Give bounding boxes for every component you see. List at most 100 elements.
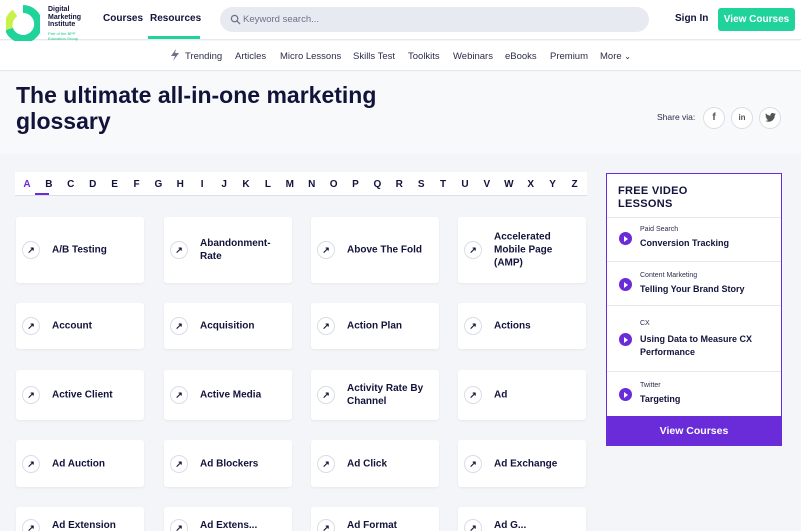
letter-x[interactable]: X <box>524 179 538 190</box>
letter-k[interactable]: K <box>239 179 253 190</box>
glossary-term-label: Actions <box>494 320 531 332</box>
letter-m[interactable]: M <box>283 179 297 190</box>
letter-t[interactable]: T <box>436 179 450 190</box>
subnav-more[interactable]: More ⌄ <box>600 51 631 62</box>
glossary-term-label: Ad Auction <box>52 458 105 469</box>
letter-f[interactable]: F <box>130 179 144 190</box>
letter-c[interactable]: C <box>64 179 78 190</box>
linkedin-icon[interactable]: in <box>731 107 753 129</box>
lesson-title: Targeting <box>640 394 681 404</box>
letter-z[interactable]: Z <box>568 179 582 190</box>
subnav-skills-test[interactable]: Skills Test <box>353 51 395 62</box>
letter-q[interactable]: Q <box>370 179 384 190</box>
glossary-term-label: Account <box>52 320 92 332</box>
subnav-trending[interactable]: Trending <box>185 51 222 62</box>
letter-g[interactable]: G <box>151 179 165 190</box>
letter-d[interactable]: D <box>86 179 100 190</box>
subnav-premium[interactable]: Premium <box>550 51 588 62</box>
glossary-term-card[interactable]: ↗ Activity Rate By Channel <box>311 370 439 420</box>
subnav-articles[interactable]: Articles <box>235 51 266 62</box>
nav-resources[interactable]: Resources <box>150 13 201 24</box>
lesson-item[interactable]: CX Using Data to Measure CX Performance <box>607 305 781 371</box>
letter-a[interactable]: A <box>20 179 34 190</box>
letter-l[interactable]: L <box>261 179 275 190</box>
glossary-term-card[interactable]: ↗ Ad Click <box>311 440 439 487</box>
nav-active-indicator <box>148 36 200 39</box>
letter-i[interactable]: I <box>195 179 209 190</box>
arrow-up-right-icon: ↗ <box>170 386 188 404</box>
glossary-term-card[interactable]: ↗ Active Media <box>164 370 292 420</box>
letter-e[interactable]: E <box>108 179 122 190</box>
glossary-term-card[interactable]: ↗ Ad Extension <box>16 507 144 531</box>
search-bar[interactable]: Keyword search... <box>220 7 649 32</box>
glossary-term-card[interactable]: ↗ Ad <box>458 370 586 420</box>
page-title: The ultimate all-in-one marketing glossa… <box>16 82 377 134</box>
glossary-term-card[interactable]: ↗ Above The Fold <box>311 217 439 283</box>
arrow-up-right-icon: ↗ <box>464 454 482 473</box>
active-letter-indicator <box>35 193 49 195</box>
letter-n[interactable]: N <box>305 179 319 190</box>
glossary-term-card[interactable]: ↗ A/B Testing <box>16 217 144 283</box>
sidebar-view-courses-button[interactable]: View Courses <box>606 416 782 446</box>
subnav-toolkits[interactable]: Toolkits <box>408 51 440 62</box>
letter-b[interactable]: B <box>42 179 56 190</box>
letter-o[interactable]: O <box>327 179 341 190</box>
arrow-up-right-icon: ↗ <box>317 317 335 335</box>
glossary-term-card[interactable]: ↗ Acquisition <box>164 303 292 349</box>
glossary-term-label: Ad Exchange <box>494 458 558 469</box>
glossary-term-label: Accelerated Mobile Page (AMP) <box>494 231 553 269</box>
glossary-term-card[interactable]: ↗ Accelerated Mobile Page (AMP) <box>458 217 586 283</box>
sign-in-link[interactable]: Sign In <box>675 13 708 24</box>
letter-h[interactable]: H <box>173 179 187 190</box>
subnav-ebooks[interactable]: eBooks <box>505 51 537 62</box>
facebook-icon[interactable]: f <box>703 107 725 129</box>
lesson-category: Paid Search <box>640 226 679 233</box>
glossary-term-card[interactable]: ↗ Ad Exchange <box>458 440 586 487</box>
letter-w[interactable]: W <box>502 179 516 190</box>
twitter-icon[interactable] <box>759 107 781 129</box>
glossary-term-label: Ad Extension <box>52 520 116 531</box>
letter-u[interactable]: U <box>458 179 472 190</box>
logo-text: Digital Marketing Institute <box>48 6 82 28</box>
glossary-term-card[interactable]: ↗ Actions <box>458 303 586 349</box>
glossary-term-label: Ad Format <box>347 520 397 531</box>
view-courses-button[interactable]: View Courses <box>718 8 795 31</box>
arrow-up-right-icon: ↗ <box>317 241 335 259</box>
lesson-title: Telling Your Brand Story <box>640 284 745 294</box>
letter-s[interactable]: S <box>414 179 428 190</box>
glossary-term-label: Active Client <box>52 389 113 401</box>
glossary-term-card[interactable]: ↗ Abandonment-Rate <box>164 217 292 283</box>
glossary-term-card[interactable]: ↗ Ad Auction <box>16 440 144 487</box>
lesson-title: Using Data to Measure CX Performance <box>640 334 753 357</box>
glossary-term-card[interactable]: ↗ Ad G... <box>458 507 586 531</box>
glossary-term-label: Active Media <box>200 389 262 401</box>
search-input[interactable]: Keyword search... <box>243 14 319 25</box>
arrow-up-right-icon: ↗ <box>464 241 482 259</box>
glossary-term-card[interactable]: ↗ Ad Extens... <box>164 507 292 531</box>
glossary-term-card[interactable]: ↗ Ad Blockers <box>164 440 292 487</box>
glossary-term-card[interactable]: ↗ Account <box>16 303 144 349</box>
letter-v[interactable]: V <box>480 179 494 190</box>
arrow-up-right-icon: ↗ <box>317 454 335 473</box>
glossary-term-card[interactable]: ↗ Active Client <box>16 370 144 420</box>
letter-y[interactable]: Y <box>546 179 560 190</box>
arrow-up-right-icon: ↗ <box>170 519 188 531</box>
nav-courses[interactable]: Courses <box>103 13 143 24</box>
subnav-micro-lessons[interactable]: Micro Lessons <box>280 51 341 62</box>
glossary-term-card[interactable]: ↗ Action Plan <box>311 303 439 349</box>
lesson-item[interactable]: Twitter Targeting <box>607 371 781 416</box>
glossary-term-label: Abandonment-Rate <box>200 238 271 262</box>
letter-j[interactable]: J <box>217 179 231 190</box>
arrow-up-right-icon: ↗ <box>22 519 40 531</box>
lesson-category: Twitter <box>640 382 661 389</box>
lightning-icon <box>171 49 179 61</box>
lesson-item[interactable]: Paid Search Conversion Tracking <box>607 217 781 261</box>
glossary-term-label: Ad Blockers <box>200 458 259 469</box>
letter-p[interactable]: P <box>349 179 363 190</box>
subnav-webinars[interactable]: Webinars <box>453 51 493 62</box>
glossary-term-card[interactable]: ↗ Ad Format <box>311 507 439 531</box>
arrow-up-right-icon: ↗ <box>170 241 188 259</box>
letter-r[interactable]: R <box>392 179 406 190</box>
lesson-item[interactable]: Content Marketing Telling Your Brand Sto… <box>607 261 781 305</box>
share-label: Share via: <box>657 112 696 122</box>
